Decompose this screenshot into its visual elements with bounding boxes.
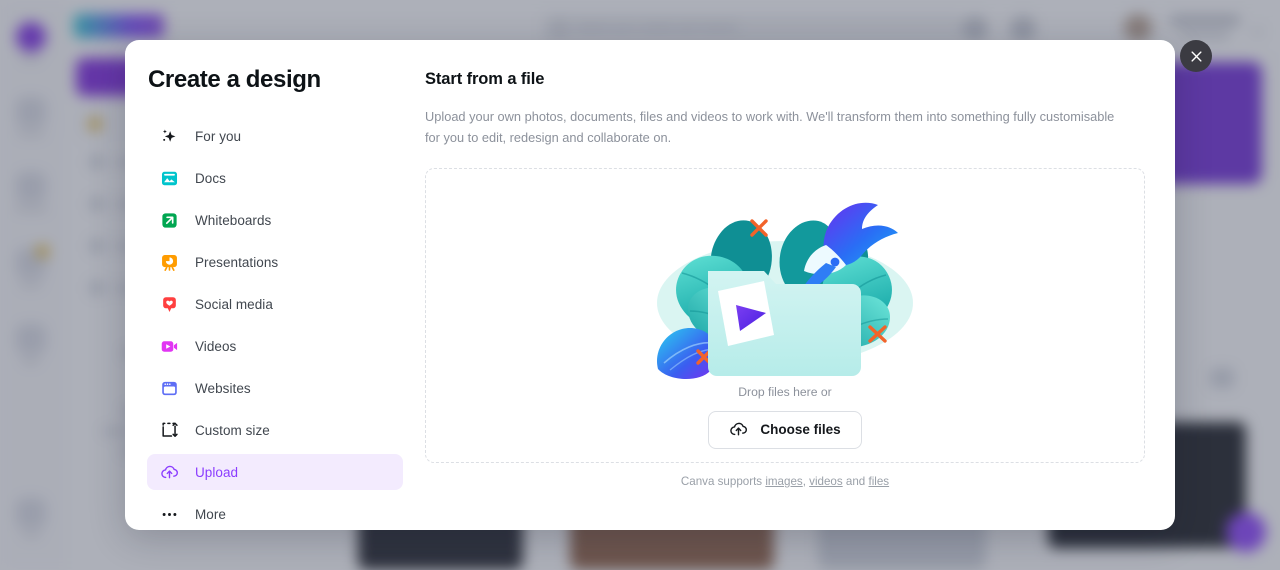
sparkle-icon: [159, 126, 179, 146]
menu-item-for-you[interactable]: For you: [147, 118, 403, 154]
menu-item-label: More: [195, 506, 226, 522]
menu-item-social-media[interactable]: Social media: [147, 286, 403, 322]
menu-item-presentations[interactable]: Presentations: [147, 244, 403, 280]
link-images[interactable]: images: [765, 475, 802, 488]
create-a-design-modal: Create a design For you Docs Whiteboards…: [125, 40, 1175, 530]
heart-pin-icon: [159, 294, 179, 314]
upload-cloud-icon: [730, 422, 748, 436]
supported-formats-text: Canva supports images, videos and files: [425, 475, 1145, 488]
menu-item-label: Docs: [195, 170, 226, 186]
menu-item-docs[interactable]: Docs: [147, 160, 403, 196]
menu-item-whiteboards[interactable]: Whiteboards: [147, 202, 403, 238]
supports-prefix: Canva supports: [680, 475, 766, 488]
modal-title: Create a design: [148, 66, 321, 93]
menu-item-upload[interactable]: Upload: [147, 454, 403, 490]
menu-item-label: For you: [195, 128, 242, 144]
upload-cloud-icon: [159, 462, 179, 482]
menu-item-label: Upload: [195, 464, 239, 480]
choose-files-label: Choose files: [760, 422, 841, 437]
upload-panel: Start from a file Upload your own photos…: [425, 40, 1175, 530]
website-icon: [159, 378, 179, 398]
menu-item-label: Whiteboards: [195, 212, 272, 228]
more-dots-icon: [159, 504, 179, 524]
close-icon: [1190, 50, 1202, 62]
menu-item-custom-size[interactable]: Custom size: [147, 412, 403, 448]
panel-description: Upload your own photos, documents, files…: [425, 109, 1115, 145]
screen: Home Projects Templates Brand Apps Trash…: [0, 0, 1280, 570]
docs-icon: [159, 168, 179, 188]
folder-with-leaves-bird-illustration: [657, 202, 913, 379]
drop-files-text: Drop files here or: [738, 384, 832, 399]
file-dropzone[interactable]: Drop files here or Choose files: [425, 168, 1145, 463]
custom-size-icon: [159, 420, 179, 440]
menu-item-videos[interactable]: Videos: [147, 328, 403, 364]
panel-heading: Start from a file: [425, 70, 545, 88]
choose-files-button[interactable]: Choose files: [708, 410, 862, 449]
video-icon: [159, 336, 179, 356]
link-videos[interactable]: videos: [809, 475, 843, 488]
menu-item-websites[interactable]: Websites: [147, 370, 403, 406]
menu-item-label: Presentations: [195, 254, 279, 270]
presentation-icon: [159, 252, 179, 272]
menu-item-label: Custom size: [195, 422, 270, 438]
menu-item-label: Social media: [195, 296, 273, 312]
design-type-menu: For you Docs Whiteboards Presentations S…: [125, 118, 425, 530]
close-button[interactable]: [1180, 40, 1212, 72]
link-files[interactable]: files: [868, 475, 889, 488]
modal-sidebar: Create a design For you Docs Whiteboards…: [125, 40, 425, 530]
whiteboard-icon: [159, 210, 179, 230]
menu-item-more[interactable]: More: [147, 496, 403, 530]
menu-item-label: Videos: [195, 338, 237, 354]
supports-sep2: and: [842, 475, 869, 488]
menu-item-label: Websites: [195, 380, 251, 396]
